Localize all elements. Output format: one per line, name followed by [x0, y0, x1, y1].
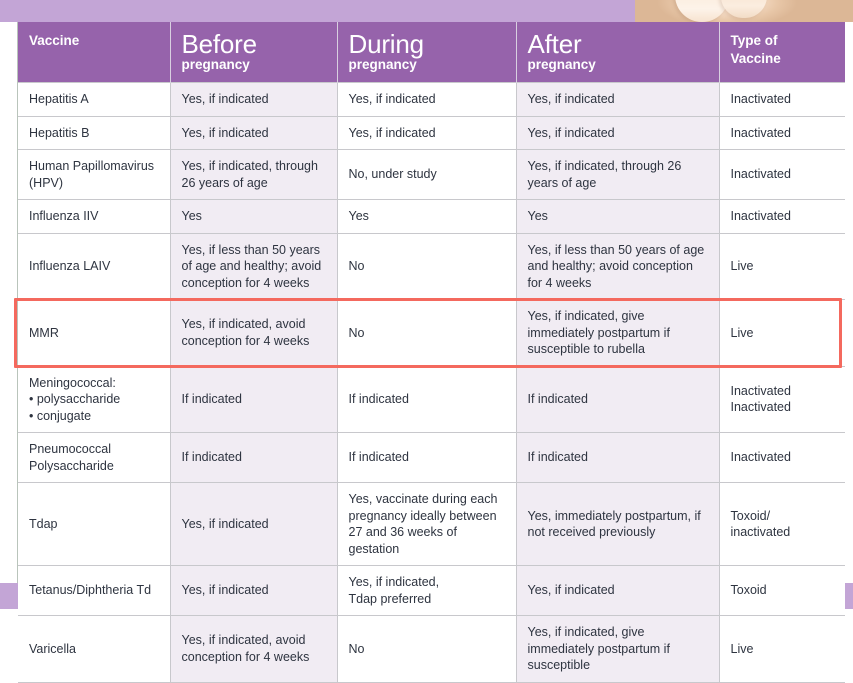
- cell-during: Yes: [337, 199, 517, 234]
- cell-vaccine: MMR: [18, 299, 171, 367]
- table-row: Meningococcal: • polysaccharide • conjugat…: [18, 365, 845, 433]
- cell-type: Toxoid: [719, 565, 845, 616]
- finger-shape-2: [721, 0, 767, 18]
- table-row: Varicella Yes, if indicated, avoid concep…: [18, 615, 845, 683]
- cell-during: No: [337, 232, 517, 300]
- cell-before: Yes, if indicated, avoid conception for …: [170, 299, 338, 367]
- column-header-after: After pregnancy: [516, 22, 720, 83]
- cell-after: Yes, if indicated, through 26 years of a…: [516, 149, 720, 200]
- cell-during: Yes, if indicated, Tdap preferred: [337, 565, 517, 616]
- cell-after: Yes, if indicated, give immediately post…: [516, 615, 720, 683]
- cell-type: Inactivated: [719, 82, 845, 117]
- cell-after: Yes, if indicated, give immediately post…: [516, 299, 720, 367]
- cell-vaccine: Influenza LAIV: [18, 232, 171, 300]
- cell-before: Yes, if less than 50 years of age and he…: [170, 232, 338, 300]
- cell-before: Yes, if indicated: [170, 82, 338, 117]
- cell-vaccine: Influenza IIV: [18, 199, 171, 234]
- cell-after: Yes, if indicated: [516, 115, 720, 150]
- cell-before: Yes, if indicated, avoid conception for …: [170, 615, 338, 683]
- table-body: Hepatitis A Yes, if indicated Yes, if indi…: [18, 82, 845, 683]
- cell-vaccine: Varicella: [18, 615, 171, 683]
- table-header-row: Vaccine Before pregnancy During pregnancy Aft…: [18, 22, 845, 83]
- cell-before: Yes, if indicated: [170, 565, 338, 616]
- cell-during: If indicated: [337, 365, 517, 433]
- table-row: Influenza LAIV Yes, if less than 50 years…: [18, 232, 845, 300]
- cell-type: Live: [719, 299, 845, 367]
- cell-vaccine: Meningococcal: • polysaccharide • conjugat…: [18, 365, 171, 433]
- column-header-sub-before: pregnancy: [181, 57, 250, 72]
- table-row: Influenza IIV Yes Yes Yes Inactivated: [18, 199, 845, 234]
- cell-after: Yes, immediately postpartum, if not rece…: [516, 482, 720, 566]
- cell-vaccine: Hepatitis B: [18, 115, 171, 150]
- column-header-sub-after: pregnancy: [527, 57, 596, 72]
- column-header-main-type: Type of: [730, 33, 778, 48]
- cell-after: If indicated: [516, 365, 720, 433]
- column-header-during: During pregnancy: [337, 22, 517, 83]
- table-row: Hepatitis B Yes, if indicated Yes, if indi…: [18, 115, 845, 150]
- column-header-main-during: During: [348, 29, 425, 59]
- table-row: Tetanus/Diphtheria Td Yes, if indicated Ye…: [18, 565, 845, 616]
- column-header-main-after: After: [527, 29, 582, 59]
- cell-vaccine: Hepatitis A: [18, 82, 171, 117]
- table-row: Human Papillomavirus (HPV) Yes, if indica…: [18, 149, 845, 200]
- table-row: Tdap Yes, if indicated Yes, vaccinate duri…: [18, 482, 845, 566]
- cell-before: Yes: [170, 199, 338, 234]
- cell-type: Inactivated: [719, 199, 845, 234]
- table-header: Vaccine Before pregnancy During pregnancy Aft…: [18, 22, 845, 83]
- left-page-edge: [0, 22, 18, 583]
- cell-during: No: [337, 615, 517, 683]
- cell-vaccine: Tdap: [18, 482, 171, 566]
- cell-during: No, under study: [337, 149, 517, 200]
- column-header-type: Type of Vaccine: [719, 22, 845, 83]
- column-header-main-before: Before: [181, 29, 258, 59]
- cell-during: No: [337, 299, 517, 367]
- column-header-main-vaccine: Vaccine: [29, 33, 80, 48]
- cell-before: Yes, if indicated, through 26 years of a…: [170, 149, 338, 200]
- cell-type: Inactivated Inactivated: [719, 365, 845, 433]
- cell-after: If indicated: [516, 432, 720, 483]
- cell-during: Yes, vaccinate during each pregnancy ide…: [337, 482, 517, 566]
- cell-type: Live: [719, 615, 845, 683]
- column-header-sub-type: Vaccine: [730, 50, 781, 66]
- vaccines-pregnancy-table: Vaccine Before pregnancy During pregnancy Aft…: [18, 22, 845, 683]
- cell-before: Yes, if indicated: [170, 115, 338, 150]
- top-decorative-band: [0, 0, 853, 22]
- cell-during: Yes, if indicated: [337, 115, 517, 150]
- table-row: Pneumococcal Polysaccharide If indicated I…: [18, 432, 845, 483]
- column-header-vaccine: Vaccine: [18, 22, 171, 83]
- cell-vaccine: Tetanus/Diphtheria Td: [18, 565, 171, 616]
- cell-before: If indicated: [170, 365, 338, 433]
- cell-type: Inactivated: [719, 115, 845, 150]
- cell-type: Live: [719, 232, 845, 300]
- cell-before: Yes, if indicated: [170, 482, 338, 566]
- right-page-edge: [844, 22, 853, 583]
- cell-after: Yes: [516, 199, 720, 234]
- cell-after: Yes, if less than 50 years of age and he…: [516, 232, 720, 300]
- cell-after: Yes, if indicated: [516, 565, 720, 616]
- finger-shape-1: [675, 0, 729, 22]
- column-header-sub-during: pregnancy: [348, 57, 417, 72]
- table-row: MMR Yes, if indicated, avoid conception f…: [18, 299, 845, 367]
- cell-type: Toxoid/inactivated: [719, 482, 845, 566]
- cell-vaccine: Pneumococcal Polysaccharide: [18, 432, 171, 483]
- cell-type: Inactivated: [719, 149, 845, 200]
- cell-type: Inactivated: [719, 432, 845, 483]
- cell-during: If indicated: [337, 432, 517, 483]
- cell-during: Yes, if indicated: [337, 82, 517, 117]
- hand-photo: [635, 0, 853, 22]
- cell-vaccine: Human Papillomavirus (HPV): [18, 149, 171, 200]
- cell-before: If indicated: [170, 432, 338, 483]
- column-header-before: Before pregnancy: [170, 22, 338, 83]
- cell-after: Yes, if indicated: [516, 82, 720, 117]
- table-row: Hepatitis A Yes, if indicated Yes, if indi…: [18, 82, 845, 117]
